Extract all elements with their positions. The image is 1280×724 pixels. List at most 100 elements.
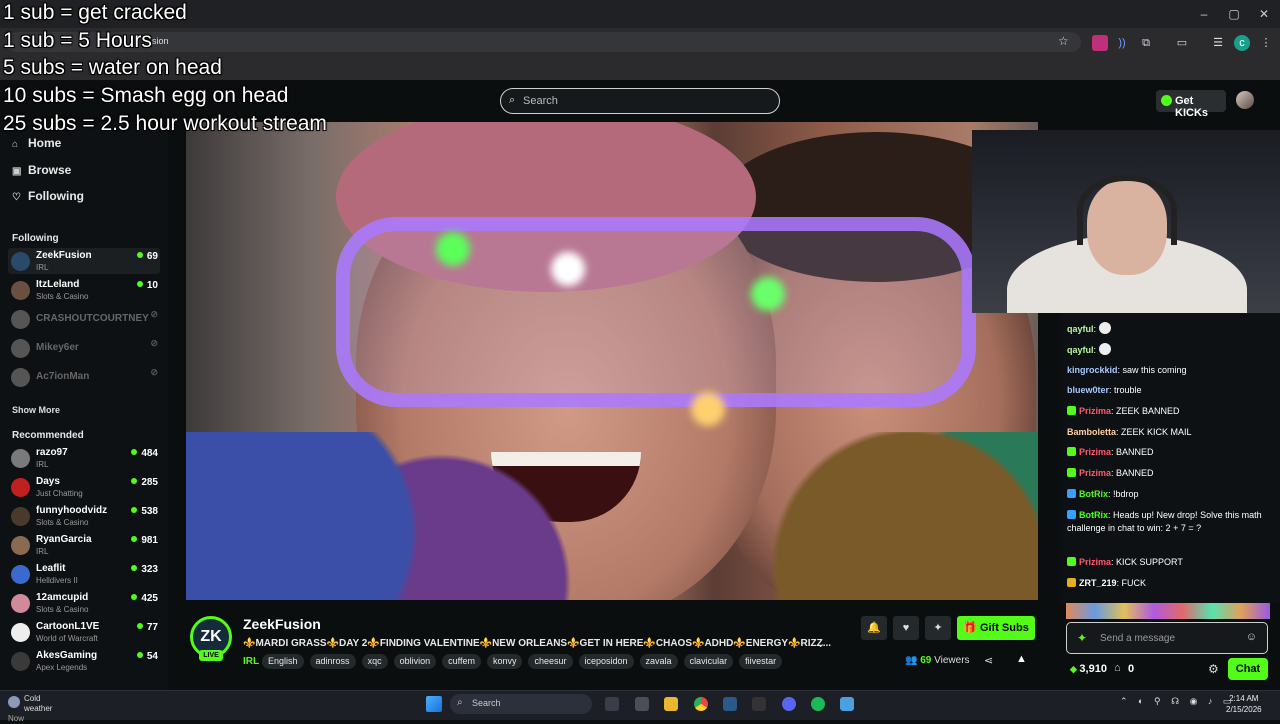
sub-goal-line: 1 sub = 5 Hours <box>3 29 152 52</box>
following-channel[interactable]: Ac7ionMan ⊘ <box>8 364 160 390</box>
viewer-count: 285 <box>131 477 158 488</box>
recommended-channel[interactable]: Days Just Chatting 285 <box>8 474 160 500</box>
following-channel[interactable]: CRASHOUTCOURTNEY ⊘ <box>8 306 160 332</box>
chat-input[interactable]: ✦ Send a message ☺ <box>1066 622 1268 654</box>
chat-input-placeholder: Send a message <box>1100 633 1176 644</box>
search-input[interactable]: ⌕ Search <box>500 88 780 114</box>
stream-tag[interactable]: zavala <box>639 654 678 669</box>
channel-name: CRASHOUTCOURTNEY <box>36 313 149 324</box>
stream-tag[interactable]: cuffem <box>442 654 481 669</box>
chat-username[interactable]: bluew0ter <box>1067 385 1109 395</box>
chat-username[interactable]: BotRix <box>1079 510 1108 520</box>
taskbar-search[interactable]: ⌕ Search <box>450 694 592 714</box>
profile-avatar-icon[interactable]: c <box>1234 35 1250 51</box>
bank-count[interactable]: 0 <box>1128 663 1134 675</box>
chat-text: BANNED <box>1116 447 1154 457</box>
extension-icon[interactable] <box>1092 35 1108 51</box>
chat-message: BotRix: Heads up! New drop! Solve this m… <box>1067 510 1262 533</box>
recommended-channel[interactable]: funnyhoodvidz Slots & Casino 538 <box>8 503 160 529</box>
chat-username[interactable]: Prizima <box>1079 406 1111 416</box>
streamer-name[interactable]: ZeekFusion <box>243 616 321 632</box>
stream-tag[interactable]: adinross <box>309 654 356 669</box>
chat-username[interactable]: ZRT_219 <box>1079 578 1117 588</box>
chat-username[interactable]: qayful <box>1067 345 1094 355</box>
extension-icon[interactable]: )) <box>1114 35 1130 51</box>
taskbar-app-icon[interactable] <box>605 697 619 711</box>
steam-icon[interactable] <box>723 697 737 711</box>
viewer-count: ⊘ <box>150 309 158 319</box>
recommended-channel[interactable]: CartoonL1VE World of Warcraft 77 <box>8 619 160 645</box>
show-more-link[interactable]: Show More <box>12 405 60 415</box>
get-kicks-button[interactable]: Get KICKs <box>1156 90 1226 119</box>
stream-tag[interactable]: konvy <box>486 654 523 669</box>
chat-username[interactable]: kingrockkid <box>1067 365 1118 375</box>
system-tray[interactable]: ⌃ ◐ ⚲ ☊ ◉ ♪ ▭ <box>1120 696 1235 707</box>
video-frame-decor <box>551 252 585 286</box>
avatar <box>11 652 30 671</box>
emoji-icon[interactable]: ☺ <box>1246 631 1257 643</box>
maximize-icon[interactable]: ▢ <box>1226 6 1242 22</box>
channel-category: IRL <box>36 547 49 556</box>
recommended-channel[interactable]: razo97 IRL 484 <box>8 445 160 471</box>
following-channel[interactable]: Mikey6er ⊘ <box>8 335 160 361</box>
chat-username[interactable]: Prizima <box>1079 557 1111 567</box>
stream-category[interactable]: IRL <box>243 656 259 667</box>
stream-tag[interactable]: iceposidon <box>578 654 634 669</box>
start-button[interactable] <box>426 696 442 712</box>
taskbar-app-icon[interactable] <box>635 697 649 711</box>
share-icon[interactable]: ⋖ <box>984 654 993 667</box>
spotify-icon[interactable] <box>811 697 825 711</box>
home-icon: ⌂ <box>12 139 19 150</box>
nav-browse[interactable]: ▣ Browse <box>12 163 71 177</box>
bookmark-star-icon[interactable]: ☆ <box>1058 34 1069 48</box>
chat-username[interactable]: BotRix <box>1079 489 1108 499</box>
nav-following[interactable]: ♡ Following <box>12 189 84 203</box>
stream-tag[interactable]: fiivestar <box>739 654 783 669</box>
stream-tag[interactable]: cheesur <box>528 654 573 669</box>
chat-username[interactable]: Bamboletta <box>1067 427 1116 437</box>
gear-icon[interactable]: ⚙ <box>1208 662 1219 676</box>
reading-list-icon[interactable]: ☰ <box>1210 35 1226 51</box>
notepad-icon[interactable] <box>840 697 854 711</box>
viewer-count: 10 <box>137 280 158 291</box>
close-icon[interactable]: ✕ <box>1256 6 1272 22</box>
chat-send-button[interactable]: Chat <box>1228 658 1268 680</box>
recommended-channel[interactable]: 12amcupid Slots & Casino 425 <box>8 590 160 616</box>
recommended-channel[interactable]: AkesGaming Apex Legends 54 <box>8 648 160 674</box>
video-player[interactable] <box>186 122 1038 600</box>
clock[interactable]: 2:14 AM 2/15/2026 <box>1226 693 1262 715</box>
recommended-channel[interactable]: RyanGarcia IRL 981 <box>8 532 160 558</box>
discord-icon[interactable] <box>782 697 796 711</box>
stream-tag[interactable]: oblivion <box>393 654 437 669</box>
heart-button[interactable]: ♥ <box>893 616 919 640</box>
kick-logo-icon: ✦ <box>1077 631 1088 645</box>
sub-goal-line: 25 subs = 2.5 hour workout stream <box>3 112 327 135</box>
following-channel[interactable]: ZeekFusion IRL 69 <box>8 248 160 274</box>
badge-icon <box>1067 406 1076 415</box>
minimize-icon[interactable]: – <box>1196 6 1212 22</box>
gift-subs-button[interactable]: 🎁 Gift Subs <box>957 616 1035 640</box>
stream-tag[interactable]: xqc <box>361 654 388 669</box>
chat-username[interactable]: Prizima <box>1079 468 1111 478</box>
chat-username[interactable]: Prizima <box>1079 447 1111 457</box>
tag-list: English adinross xqc oblivion cuffem konvy che… <box>262 654 783 669</box>
stream-tag[interactable]: clavicular <box>683 654 734 669</box>
report-icon[interactable]: ▲ <box>1016 653 1027 665</box>
chevron-down-icon[interactable]: ⌄ <box>816 637 825 650</box>
file-explorer-icon[interactable] <box>664 697 678 711</box>
chrome-icon[interactable] <box>694 697 708 711</box>
cast-icon[interactable]: ▭ <box>1174 35 1190 51</box>
stream-tag[interactable]: English <box>262 654 304 669</box>
epic-games-icon[interactable] <box>752 697 766 711</box>
avatar <box>11 478 30 497</box>
chat-username[interactable]: qayful <box>1067 324 1094 334</box>
kicks-balance[interactable]: 3,910 <box>1070 663 1107 675</box>
more-menu-icon[interactable]: ⋮ <box>1258 35 1274 51</box>
recommended-channel[interactable]: Leaflit Helldivers II 323 <box>8 561 160 587</box>
extensions-puzzle-icon[interactable]: ⧉ <box>1138 35 1154 51</box>
sparkle-button[interactable]: ✦ <box>925 616 951 640</box>
emote-strip[interactable] <box>1066 603 1270 619</box>
bell-icon[interactable]: 🔔 <box>861 616 887 640</box>
following-channel[interactable]: ItzLeland Slots & Casino 10 <box>8 277 160 303</box>
user-avatar[interactable] <box>1236 91 1254 109</box>
